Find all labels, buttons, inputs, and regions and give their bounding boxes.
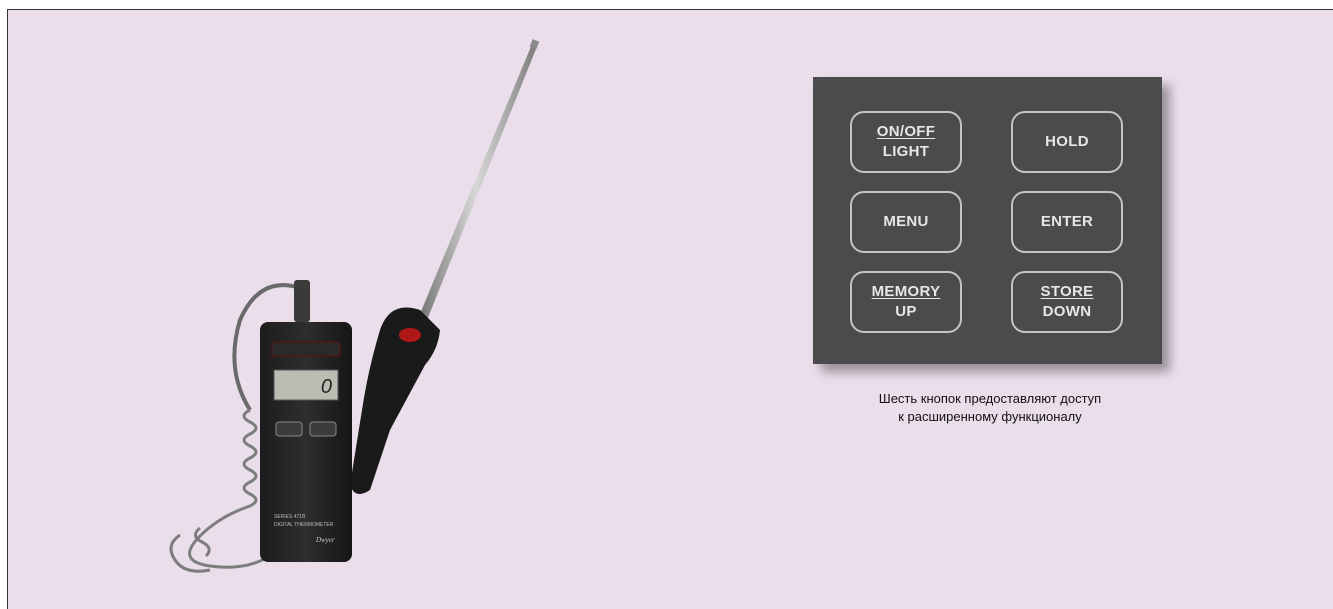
meter-button-left [275,421,303,437]
enter-label: ENTER [1040,213,1094,230]
digital-thermometer-image: 0 SERIES 471B DIGITAL THERMOMETER Dwyer [169,39,540,573]
memory-label: MEMORY [871,283,941,300]
cable-connector [294,280,310,322]
store-label: STORE [1040,283,1094,300]
hold-button[interactable]: HOLD [1011,111,1123,173]
store-down-button[interactable]: STORE DOWN [1011,271,1123,333]
up-label: UP [895,303,917,320]
on-off-light-button[interactable]: ON/OFF LIGHT [850,111,962,173]
meter-model-text-2: DIGITAL THERMOMETER [274,522,334,528]
keypad-panel: ON/OFF LIGHT HOLD MENU ENTER MEMORY UP S… [813,77,1162,364]
hold-label: HOLD [1045,133,1089,150]
menu-button[interactable]: MENU [850,191,962,253]
on-off-label: ON/OFF [876,123,936,140]
caption-line-1: Шесть кнопок предоставляют доступ [878,391,1102,406]
meter-top-label [271,341,341,357]
memory-up-button[interactable]: MEMORY UP [850,271,962,333]
meter-button-right [309,421,337,437]
enter-button[interactable]: ENTER [1011,191,1123,253]
caption-line-2: к расширенному функционалу [898,409,1082,424]
coiled-cord [169,408,271,573]
probe-rod [415,44,538,330]
keypad-caption: Шесть кнопок предоставляют доступ к расш… [800,390,1180,426]
meter-brand: Dwyer [315,536,335,544]
probe-logo [399,328,421,342]
light-label: LIGHT [882,143,930,160]
probe-handle [350,307,440,494]
lcd-reading: 0 [321,376,332,398]
meter-model-text: SERIES 471B [274,514,306,520]
menu-label: MENU [883,213,929,230]
down-label: DOWN [1042,303,1092,320]
